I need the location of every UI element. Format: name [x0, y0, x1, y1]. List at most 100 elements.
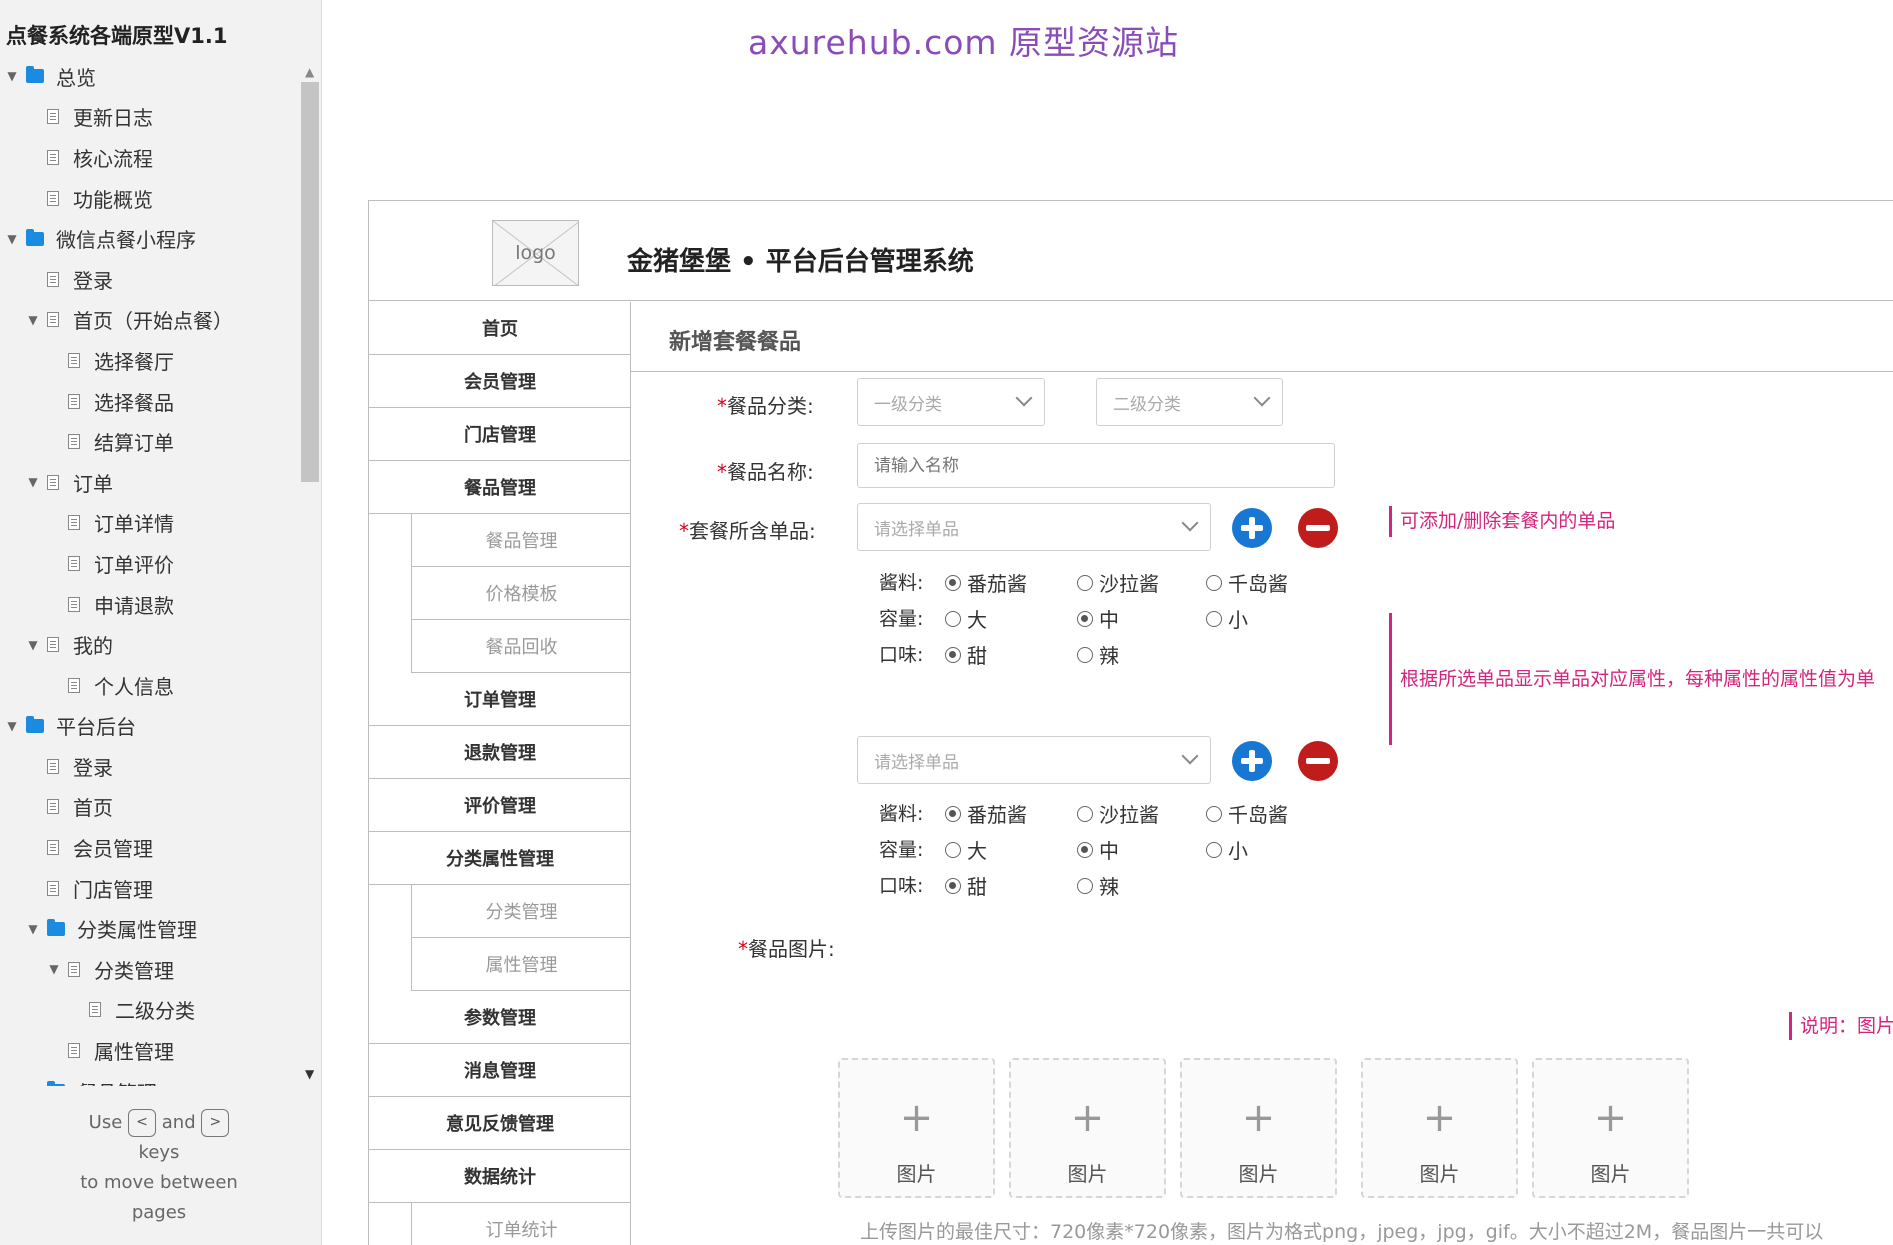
- menu-item[interactable]: 退款管理: [369, 726, 631, 779]
- add-item-button[interactable]: [1232, 741, 1272, 781]
- menu-item[interactable]: 餐品管理: [369, 461, 631, 514]
- radio-icon[interactable]: [1206, 805, 1222, 822]
- image-upload-slot[interactable]: + 图片: [1009, 1058, 1166, 1198]
- menu-item[interactable]: 意见反馈管理: [369, 1097, 631, 1150]
- radio-icon[interactable]: [1077, 805, 1093, 822]
- image-upload-slot[interactable]: + 图片: [1532, 1058, 1689, 1198]
- radio-icon[interactable]: [945, 610, 961, 627]
- scrollbar-thumb[interactable]: [301, 82, 319, 482]
- menu-item[interactable]: 参数管理: [369, 991, 631, 1044]
- menu-subitem[interactable]: 餐品管理: [411, 514, 631, 567]
- menu-item[interactable]: 消息管理: [369, 1044, 631, 1097]
- sitemap-node[interactable]: ▼结算订单: [0, 421, 300, 462]
- radio-icon[interactable]: [1077, 877, 1093, 894]
- name-input[interactable]: [857, 443, 1335, 488]
- sitemap-node[interactable]: ▼ 分类属性管理: [0, 908, 300, 949]
- sitemap-node[interactable]: ▼会员管理: [0, 827, 300, 868]
- radio-icon[interactable]: [1206, 610, 1222, 627]
- radio-icon[interactable]: [945, 841, 961, 858]
- radio-icon[interactable]: [1077, 574, 1093, 591]
- sitemap-node[interactable]: ▼首页: [0, 787, 300, 828]
- sitemap-node[interactable]: ▼门店管理: [0, 868, 300, 909]
- expand-arrow-icon[interactable]: ▼: [6, 719, 18, 733]
- sitemap-node[interactable]: ▼属性管理: [0, 1030, 300, 1071]
- menu-item[interactable]: 评价管理: [369, 779, 631, 832]
- attribute-radio[interactable]: 大: [945, 835, 987, 864]
- attribute-radio[interactable]: 甜: [945, 871, 987, 900]
- sitemap-node[interactable]: ▼选择餐品: [0, 381, 300, 422]
- expand-arrow-icon[interactable]: ▼: [6, 69, 18, 83]
- menu-subitem[interactable]: 订单统计: [411, 1203, 631, 1245]
- sitemap-node[interactable]: ▼申请退款: [0, 584, 300, 625]
- sitemap-node[interactable]: ▼订单评价: [0, 543, 300, 584]
- sitemap-node[interactable]: ▼ 总览: [0, 56, 300, 97]
- attribute-radio[interactable]: 小: [1206, 835, 1248, 864]
- expand-arrow-icon[interactable]: ▼: [27, 313, 39, 327]
- attribute-radio[interactable]: 沙拉酱: [1077, 568, 1159, 597]
- sitemap-node[interactable]: ▼功能概览: [0, 178, 300, 219]
- attribute-radio[interactable]: 甜: [945, 640, 987, 669]
- radio-icon[interactable]: [945, 877, 961, 894]
- menu-item[interactable]: 数据统计: [369, 1150, 631, 1203]
- radio-icon[interactable]: [945, 574, 961, 591]
- attribute-radio[interactable]: 千岛酱: [1206, 568, 1288, 597]
- sitemap-node[interactable]: ▼订单详情: [0, 503, 300, 544]
- sitemap-node[interactable]: ▼ 平台后台: [0, 706, 300, 747]
- expand-arrow-icon[interactable]: ▼: [27, 922, 39, 936]
- radio-icon[interactable]: [1077, 646, 1093, 663]
- menu-item[interactable]: 会员管理: [369, 355, 631, 408]
- menu-subitem[interactable]: 分类管理: [411, 885, 631, 938]
- category-level1-select[interactable]: 一级分类: [857, 378, 1045, 426]
- attribute-radio[interactable]: 辣: [1077, 871, 1119, 900]
- menu-subitem[interactable]: 餐品回收: [411, 620, 631, 673]
- sitemap-node[interactable]: ▼登录: [0, 259, 300, 300]
- sitemap-node[interactable]: ▼ 我的: [0, 624, 300, 665]
- menu-item[interactable]: 分类属性管理: [369, 832, 631, 885]
- attribute-radio[interactable]: 番茄酱: [945, 799, 1027, 828]
- attribute-radio[interactable]: 小: [1206, 604, 1248, 633]
- sitemap-node[interactable]: ▼ 微信点餐小程序: [0, 218, 300, 259]
- expand-arrow-icon[interactable]: ▼: [6, 232, 18, 246]
- image-upload-slot[interactable]: + 图片: [1361, 1058, 1518, 1198]
- sitemap-node[interactable]: ▼个人信息: [0, 665, 300, 706]
- scroll-down-icon[interactable]: ▼: [305, 1067, 314, 1081]
- menu-item[interactable]: 门店管理: [369, 408, 631, 461]
- item-select-2[interactable]: 请选择单品: [857, 736, 1211, 784]
- sitemap-node[interactable]: ▼ 餐品管理: [0, 1071, 300, 1086]
- sitemap-node[interactable]: ▼ 分类管理: [0, 949, 300, 990]
- attribute-radio[interactable]: 大: [945, 604, 987, 633]
- radio-icon[interactable]: [1206, 841, 1222, 858]
- radio-icon[interactable]: [1206, 574, 1222, 591]
- sitemap-scrollbar[interactable]: ▲ ▼: [300, 62, 320, 1084]
- attribute-radio[interactable]: 番茄酱: [945, 568, 1027, 597]
- menu-subitem[interactable]: 价格模板: [411, 567, 631, 620]
- expand-arrow-icon[interactable]: ▼: [27, 638, 39, 652]
- sitemap-node[interactable]: ▼核心流程: [0, 137, 300, 178]
- attribute-radio[interactable]: 中: [1077, 604, 1119, 633]
- add-item-button[interactable]: [1232, 508, 1272, 548]
- sitemap-node[interactable]: ▼ 订单: [0, 462, 300, 503]
- sitemap-node[interactable]: ▼登录: [0, 746, 300, 787]
- image-upload-slot[interactable]: + 图片: [838, 1058, 995, 1198]
- expand-arrow-icon[interactable]: ▼: [48, 962, 60, 976]
- menu-item[interactable]: 订单管理: [369, 673, 631, 726]
- image-upload-slot[interactable]: + 图片: [1180, 1058, 1337, 1198]
- remove-item-button[interactable]: [1298, 508, 1338, 548]
- sitemap-node[interactable]: ▼选择餐厅: [0, 340, 300, 381]
- item-select-1[interactable]: 请选择单品: [857, 503, 1211, 551]
- sitemap-node[interactable]: ▼二级分类: [0, 990, 300, 1031]
- attribute-radio[interactable]: 沙拉酱: [1077, 799, 1159, 828]
- sitemap-node[interactable]: ▼更新日志: [0, 97, 300, 138]
- attribute-radio[interactable]: 辣: [1077, 640, 1119, 669]
- radio-icon[interactable]: [945, 805, 961, 822]
- remove-item-button[interactable]: [1298, 741, 1338, 781]
- menu-subitem[interactable]: 属性管理: [411, 938, 631, 991]
- menu-item[interactable]: 首页: [369, 302, 631, 355]
- expand-arrow-icon[interactable]: ▼: [27, 1084, 39, 1086]
- sitemap-node[interactable]: ▼ 首页（开始点餐）: [0, 300, 300, 341]
- expand-arrow-icon[interactable]: ▼: [27, 475, 39, 489]
- category-level2-select[interactable]: 二级分类: [1096, 378, 1283, 426]
- radio-icon[interactable]: [1077, 610, 1093, 627]
- attribute-radio[interactable]: 中: [1077, 835, 1119, 864]
- attribute-radio[interactable]: 千岛酱: [1206, 799, 1288, 828]
